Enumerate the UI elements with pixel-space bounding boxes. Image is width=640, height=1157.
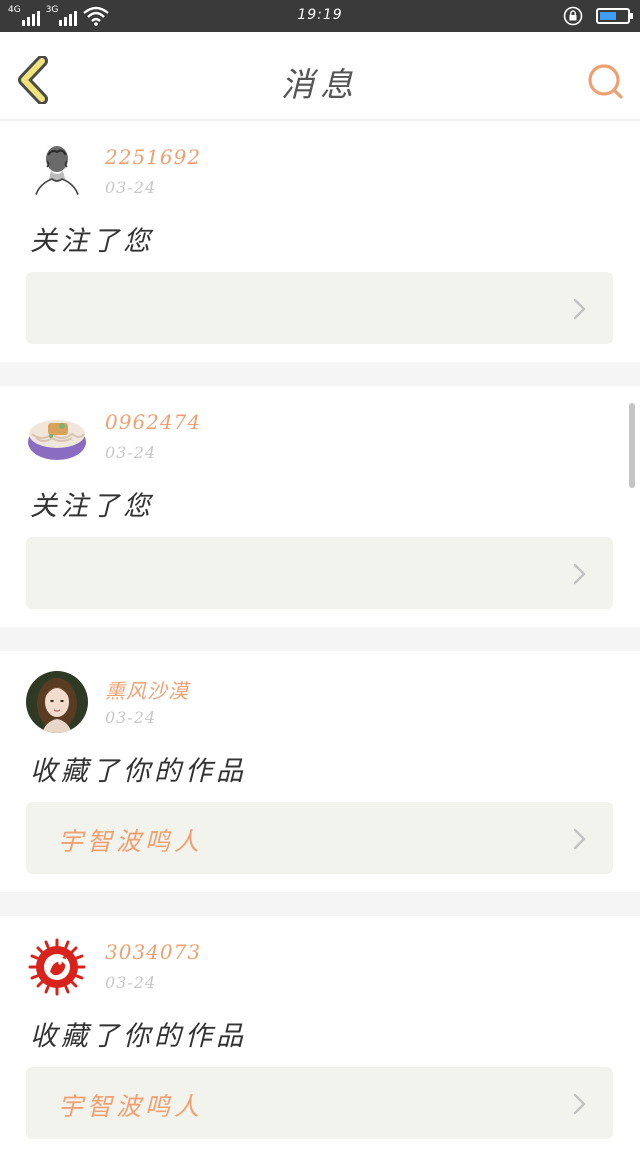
- message-card: 2251692 03-24 关注了您: [0, 121, 640, 362]
- message-date: 03-24: [105, 708, 157, 727]
- work-title: 宇智波鸣人: [58, 1092, 204, 1121]
- avatar[interactable]: [26, 936, 88, 998]
- battery-level: [600, 12, 616, 20]
- message-list: 2251692 03-24 关注了您 0962474 03-24 关注了您 熏风…: [0, 121, 640, 1157]
- header: 消息: [0, 32, 640, 121]
- avatar[interactable]: [26, 671, 88, 733]
- message-card: 0962474 03-24 关注了您: [0, 386, 640, 627]
- message-action: 关注了您: [30, 226, 154, 257]
- divider: [0, 627, 640, 651]
- message-card: 3034073 03-24 收藏了你的作品 宇智波鸣人: [0, 916, 640, 1157]
- avatar[interactable]: [26, 141, 88, 203]
- message-link-box[interactable]: 宇智波鸣人: [26, 802, 613, 874]
- page-title: 消息: [281, 65, 359, 104]
- message-date: 03-24: [105, 973, 157, 992]
- rotation-lock-icon: [563, 6, 583, 26]
- message-date: 03-24: [105, 443, 157, 462]
- divider: [0, 892, 640, 916]
- chevron-right-icon: [573, 298, 586, 320]
- username[interactable]: 2251692: [105, 145, 201, 169]
- status-bar: 4G 3G 19:19: [0, 0, 640, 32]
- message-action: 收藏了你的作品: [30, 756, 247, 787]
- scrollbar[interactable]: [629, 403, 635, 488]
- message-link-box[interactable]: 宇智波鸣人: [26, 1067, 613, 1139]
- message-action: 收藏了你的作品: [30, 1021, 247, 1052]
- clock: 19:19: [297, 7, 343, 23]
- username[interactable]: 熏风沙漠: [105, 675, 189, 704]
- message-card: 熏风沙漠 03-24 收藏了你的作品 宇智波鸣人: [0, 651, 640, 892]
- message-action: 关注了您: [30, 491, 154, 522]
- message-date: 03-24: [105, 178, 157, 197]
- message-link-box[interactable]: [26, 537, 613, 609]
- username[interactable]: 0962474: [105, 410, 201, 434]
- search-icon[interactable]: [586, 62, 626, 102]
- username[interactable]: 3034073: [105, 940, 201, 964]
- chevron-right-icon: [573, 1093, 586, 1115]
- status-right: [562, 6, 633, 26]
- divider: [0, 362, 640, 386]
- work-title: 宇智波鸣人: [58, 827, 204, 856]
- chevron-right-icon: [573, 563, 586, 585]
- avatar[interactable]: [26, 406, 88, 468]
- battery-icon: [596, 8, 633, 24]
- chevron-right-icon: [573, 828, 586, 850]
- message-link-box[interactable]: [26, 272, 613, 344]
